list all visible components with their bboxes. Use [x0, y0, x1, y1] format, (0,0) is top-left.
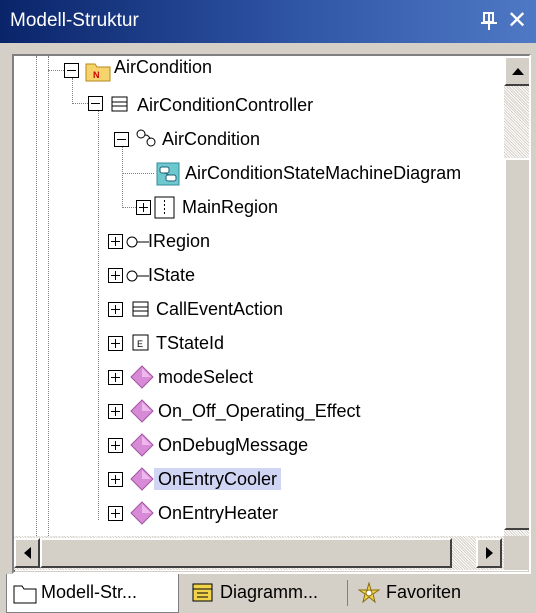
scroll-thumb[interactable] — [504, 158, 529, 530]
tab-diagram-tree[interactable]: Diagramm... — [184, 574, 344, 613]
tree-item[interactable]: CallEventAction — [14, 294, 504, 326]
tree-item[interactable]: IState — [14, 260, 504, 292]
tree-item[interactable]: AirCondition — [14, 124, 504, 156]
panel-title: Modell-Struktur — [10, 10, 139, 31]
svg-text:N: N — [93, 70, 100, 80]
folder-icon — [13, 582, 37, 609]
vertical-scrollbar[interactable] — [504, 56, 529, 536]
class-icon — [111, 95, 129, 118]
expand-toggle-icon[interactable] — [108, 370, 123, 385]
expand-toggle-icon[interactable] — [108, 234, 123, 249]
close-icon[interactable]: ✕ — [505, 8, 529, 32]
expand-toggle-icon[interactable] — [108, 472, 123, 487]
collapse-toggle-icon[interactable] — [114, 132, 129, 147]
operation-icon — [130, 467, 154, 496]
tree-item[interactable]: N AirCondition — [14, 56, 504, 88]
interface-icon — [126, 234, 150, 255]
operation-icon — [130, 501, 154, 530]
collapse-toggle-icon[interactable] — [64, 63, 79, 78]
horizontal-scrollbar[interactable] — [14, 536, 504, 570]
model-tree[interactable]: N AirCondition AirConditionController Ai… — [14, 56, 504, 536]
view-tabs: Modell-Str... Diagramm... Favoriten — [0, 574, 536, 613]
expand-toggle-icon[interactable] — [136, 200, 151, 215]
scrollbar-corner — [504, 536, 529, 570]
horizontal-scroll-thumb[interactable] — [40, 538, 452, 568]
tab-model-structure[interactable]: Modell-Str... — [6, 574, 179, 613]
operation-icon — [130, 433, 154, 462]
favorites-icon — [357, 581, 381, 609]
tree-item[interactable]: On_Off_Operating_Effect — [14, 396, 504, 428]
expand-toggle-icon[interactable] — [108, 404, 123, 419]
enumeration-icon: E — [132, 334, 150, 357]
tree-item[interactable]: AirConditionController — [14, 90, 504, 122]
tree-item[interactable]: AirConditionStateMachineDiagram — [14, 158, 504, 190]
interface-icon — [126, 268, 150, 289]
title-bar: Modell-Struktur ✕ — [0, 0, 536, 43]
state-machine-diagram-icon — [156, 162, 180, 191]
tab-favorites[interactable]: Favoriten — [352, 574, 502, 613]
tree-frame: N AirCondition AirConditionController Ai… — [12, 54, 531, 574]
expand-toggle-icon[interactable] — [108, 268, 123, 283]
tree-item-selected[interactable]: OnEntryCooler — [14, 464, 504, 496]
expand-toggle-icon[interactable] — [108, 506, 123, 521]
tree-item[interactable]: modeSelect — [14, 362, 504, 394]
expand-toggle-icon[interactable] — [108, 302, 123, 317]
diagram-tree-icon — [192, 583, 214, 608]
scroll-right-button[interactable] — [476, 538, 502, 568]
operation-icon — [130, 399, 154, 428]
svg-text:E: E — [137, 339, 143, 349]
expand-toggle-icon[interactable] — [108, 438, 123, 453]
operation-icon — [130, 365, 154, 394]
scroll-left-button[interactable] — [14, 538, 40, 568]
collapse-toggle-icon[interactable] — [88, 96, 103, 111]
pin-icon[interactable] — [478, 9, 500, 33]
state-machine-icon — [134, 127, 158, 154]
tree-item[interactable]: MainRegion — [14, 192, 504, 224]
scroll-up-button[interactable] — [504, 56, 529, 86]
tree-item[interactable]: OnEntryHeater — [14, 498, 504, 530]
tree-item[interactable]: OnDebugMessage — [14, 430, 504, 462]
expand-toggle-icon[interactable] — [108, 336, 123, 351]
model-tree-panel: Modell-Struktur ✕ N AirCondition AirCond… — [0, 0, 536, 613]
namespace-package-icon: N — [85, 60, 111, 87]
region-icon — [154, 196, 176, 225]
tree-item[interactable]: IRegion — [14, 226, 504, 258]
tree-item[interactable]: E TStateId — [14, 328, 504, 360]
class-icon — [132, 300, 150, 323]
